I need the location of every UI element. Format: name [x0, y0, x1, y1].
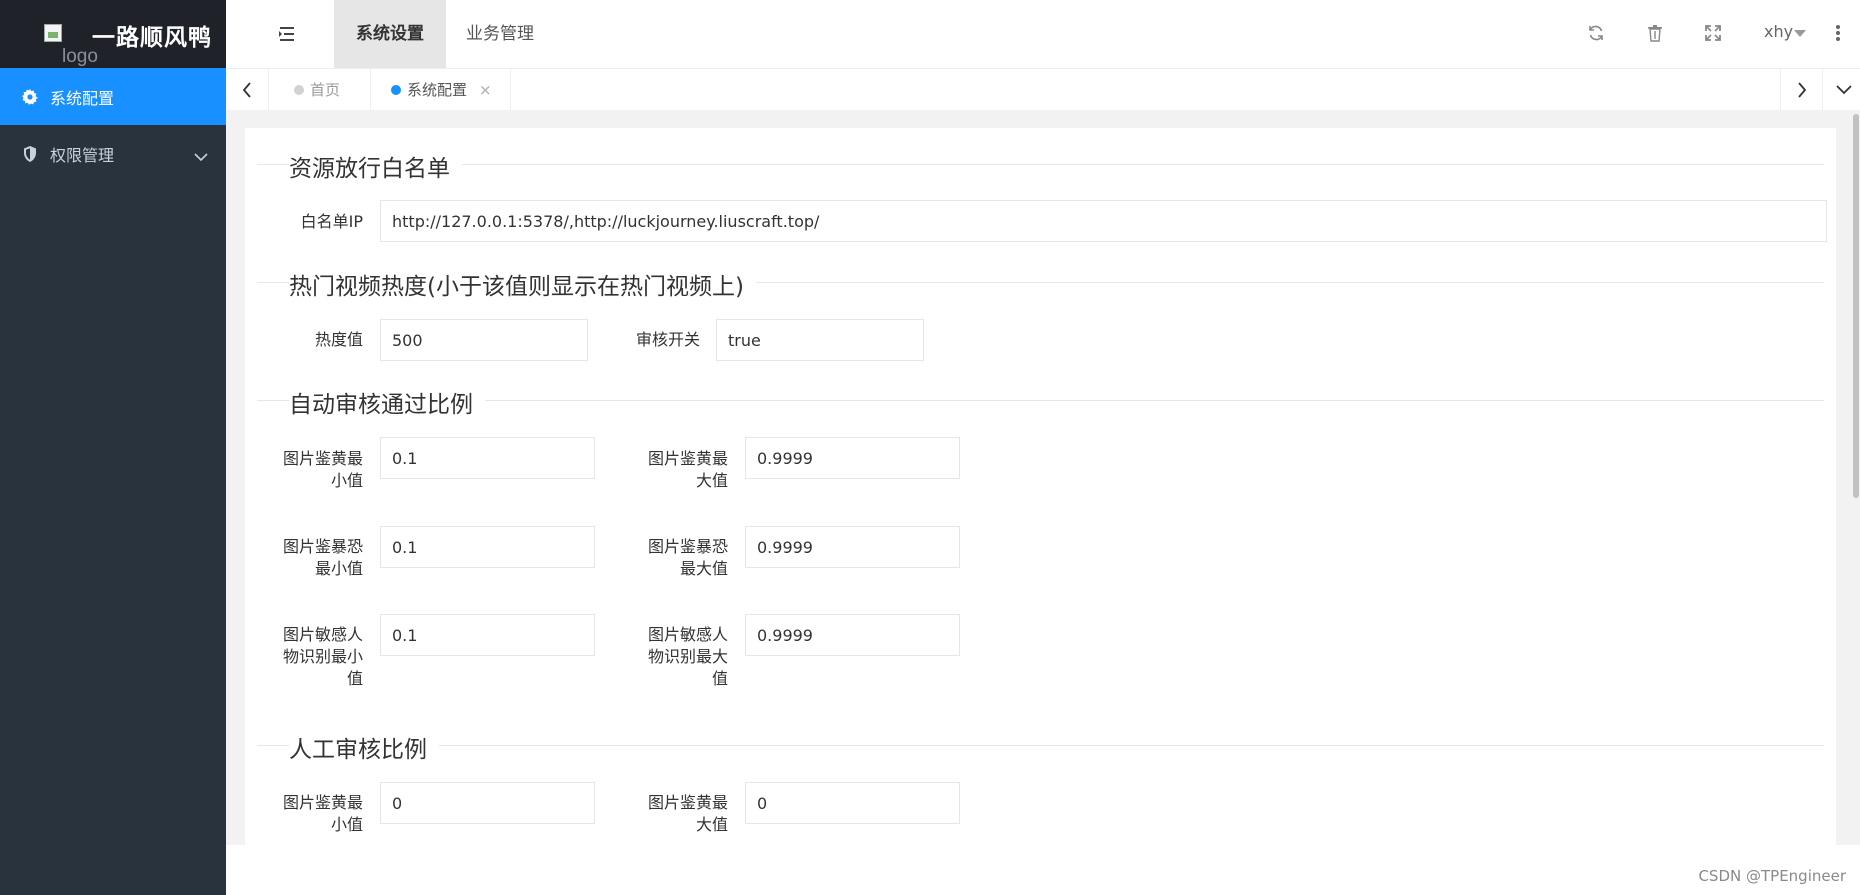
section-title-auto-audit: 自动审核通过比例: [289, 385, 485, 419]
scrollbar-thumb[interactable]: [1853, 114, 1859, 498]
section-title-whitelist: 资源放行白名单: [289, 149, 462, 183]
sensitive-min-label: 图片敏感人物识别最小值: [282, 625, 363, 688]
more-icon[interactable]: [1835, 24, 1841, 42]
page-tab-label: 首页: [310, 81, 341, 99]
hot-value-input[interactable]: [380, 319, 588, 361]
page-tab-home[interactable]: 首页: [268, 69, 372, 111]
tab-status-dot: [391, 85, 401, 95]
sensitive-max-input[interactable]: [745, 614, 960, 656]
config-form-card: 资源放行白名单 白名单IP 热门视频热度(小于该值则显示在热门视频上) 热度值 …: [245, 128, 1836, 845]
porn-min-input[interactable]: [380, 437, 595, 479]
sidebar-item-label: 权限管理: [50, 145, 115, 165]
app-title: 一路顺风鸭: [92, 25, 212, 51]
porn-max-input[interactable]: [745, 437, 960, 479]
section-divider: [257, 745, 1824, 746]
chevron-down-icon: [194, 147, 208, 166]
sidebar-item-system-config[interactable]: 系统配置: [0, 68, 226, 125]
tabs-scroll-left-icon[interactable]: [226, 69, 269, 111]
broken-image-icon: [44, 24, 62, 42]
tab-system-settings[interactable]: 系统设置: [334, 0, 446, 68]
user-name[interactable]: xhy: [1764, 22, 1793, 41]
shield-icon: [22, 145, 38, 162]
audit-switch-label: 审核开关: [635, 330, 700, 349]
footer: [226, 845, 1860, 895]
manual-porn-min-input[interactable]: [380, 782, 595, 824]
fullscreen-icon[interactable]: [1702, 22, 1724, 44]
section-divider: [257, 164, 1824, 165]
audit-switch-input[interactable]: [716, 319, 924, 361]
caret-down-icon[interactable]: [1794, 30, 1806, 37]
manual-porn-max-input[interactable]: [745, 782, 960, 824]
section-title-hot-video: 热门视频热度(小于该值则显示在热门视频上): [289, 267, 756, 301]
terror-max-input[interactable]: [745, 526, 960, 568]
refresh-icon[interactable]: [1585, 22, 1607, 44]
tabs-menu-chevron-down-icon[interactable]: [1822, 69, 1860, 111]
page-tabs-bar: 首页 系统配置 ×: [226, 68, 1860, 112]
menu-toggle-icon[interactable]: [276, 24, 298, 44]
sidebar: logo 一路顺风鸭 系统配置 权限管理: [0, 0, 226, 895]
close-icon[interactable]: ×: [479, 69, 492, 111]
sidebar-item-permission[interactable]: 权限管理: [0, 125, 226, 182]
terror-min-label: 图片鉴暴恐最小值: [282, 537, 363, 578]
hot-value-label: 热度值: [314, 330, 363, 349]
sensitive-min-input[interactable]: [380, 614, 595, 656]
tab-status-dot: [294, 85, 304, 95]
page-tab-system-config[interactable]: 系统配置 ×: [375, 69, 511, 111]
logo-area: logo 一路顺风鸭: [0, 0, 226, 68]
section-divider: [257, 400, 1824, 401]
manual-porn-min-label: 图片鉴黄最小值: [282, 793, 363, 834]
sidebar-item-label: 系统配置: [50, 88, 115, 108]
watermark: CSDN @TPEngineer: [1698, 867, 1846, 885]
terror-max-label: 图片鉴暴恐最大值: [647, 537, 728, 578]
tabs-scroll-right-icon[interactable]: [1780, 69, 1823, 111]
terror-min-input[interactable]: [380, 526, 595, 568]
section-title-manual-audit: 人工审核比例: [289, 730, 439, 764]
tab-business-management[interactable]: 业务管理: [444, 0, 556, 68]
manual-porn-max-label: 图片鉴黄最大值: [647, 793, 728, 834]
porn-max-label: 图片鉴黄最大值: [647, 449, 728, 490]
top-header: 系统设置 业务管理 xhy: [226, 0, 1860, 68]
whitelist-ip-label: 白名单IP: [300, 212, 363, 231]
logo-image[interactable]: logo: [22, 12, 98, 67]
whitelist-ip-input[interactable]: [380, 200, 1827, 242]
sensitive-max-label: 图片敏感人物识别最大值: [647, 625, 728, 688]
gear-icon: [22, 88, 38, 105]
porn-min-label: 图片鉴黄最小值: [282, 449, 363, 490]
page-tab-label: 系统配置: [407, 81, 468, 99]
trash-icon[interactable]: [1644, 22, 1666, 44]
